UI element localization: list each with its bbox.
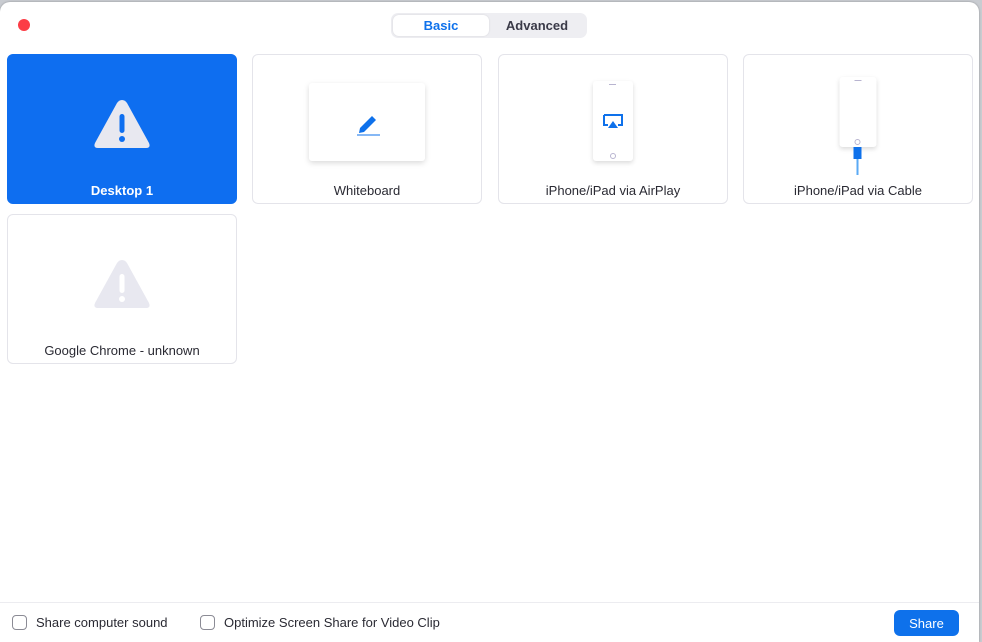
share-screen-window: Basic Advanced Desktop 1 Whiteboard iPho… bbox=[0, 2, 979, 642]
whiteboard-preview bbox=[309, 83, 425, 161]
share-button[interactable]: Share bbox=[894, 610, 959, 636]
pen-icon bbox=[357, 116, 380, 136]
tile-desktop-1[interactable]: Desktop 1 bbox=[7, 54, 237, 204]
tile-label: Desktop 1 bbox=[90, 183, 154, 198]
cable-phone-icon bbox=[839, 77, 877, 175]
tab-basic[interactable]: Basic bbox=[393, 15, 489, 36]
warning-icon bbox=[94, 260, 150, 308]
optimize-label: Optimize Screen Share for Video Clip bbox=[224, 615, 440, 630]
checkbox-box[interactable] bbox=[200, 615, 215, 630]
tile-label: iPhone/iPad via AirPlay bbox=[545, 183, 681, 198]
tab-advanced[interactable]: Advanced bbox=[489, 15, 585, 36]
tile-whiteboard[interactable]: Whiteboard bbox=[252, 54, 482, 204]
tile-cable[interactable]: iPhone/iPad via Cable bbox=[743, 54, 973, 204]
tile-airplay[interactable]: iPhone/iPad via AirPlay bbox=[498, 54, 728, 204]
tile-label: iPhone/iPad via Cable bbox=[794, 183, 922, 198]
tile-label: Whiteboard bbox=[333, 183, 401, 198]
mode-segmented-control: Basic Advanced bbox=[391, 13, 587, 38]
checkbox-box[interactable] bbox=[12, 615, 27, 630]
close-button[interactable] bbox=[18, 19, 30, 31]
airplay-phone-icon bbox=[593, 81, 633, 161]
footer: Share computer sound Optimize Screen Sha… bbox=[0, 602, 979, 642]
tile-label: Google Chrome - unknown bbox=[44, 343, 200, 358]
share-sound-checkbox[interactable]: Share computer sound bbox=[12, 615, 168, 630]
warning-icon bbox=[94, 100, 150, 148]
share-sound-label: Share computer sound bbox=[36, 615, 168, 630]
optimize-video-checkbox[interactable]: Optimize Screen Share for Video Clip bbox=[200, 615, 440, 630]
tile-google-chrome[interactable]: Google Chrome - unknown bbox=[7, 214, 237, 364]
